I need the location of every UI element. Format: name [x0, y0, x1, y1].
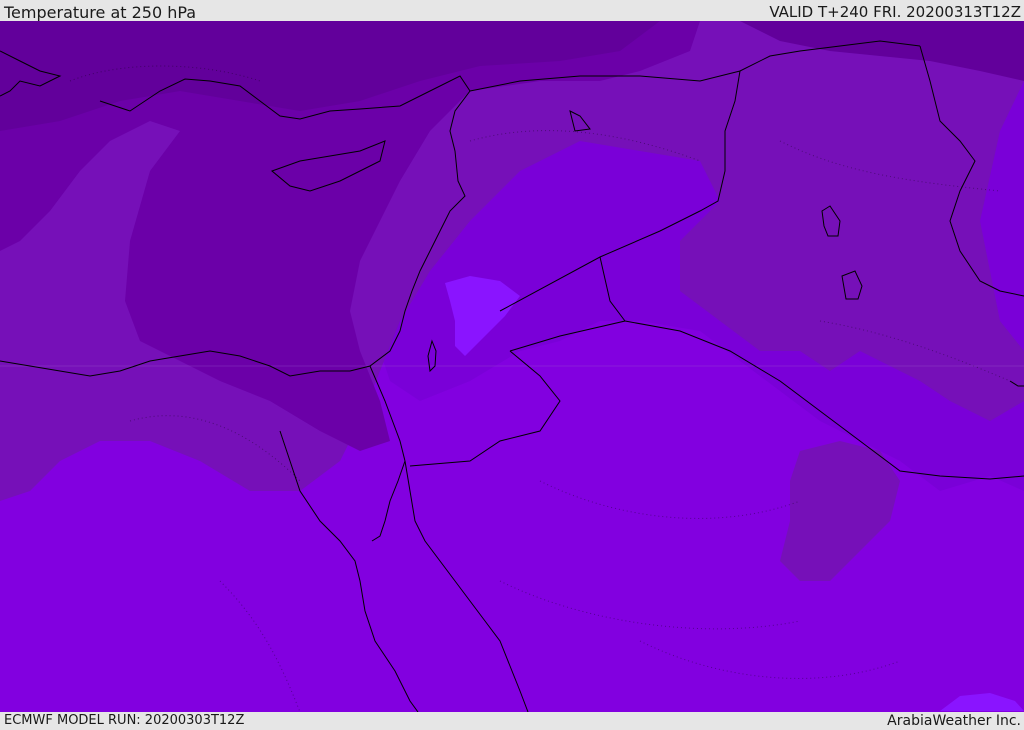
map-title: Temperature at 250 hPa: [4, 3, 197, 22]
header-bar: Temperature at 250 hPa VALID T+240 FRI. …: [0, 0, 1024, 22]
credit-label: ArabiaWeather Inc.: [887, 713, 1021, 729]
map-canvas: [0, 21, 1024, 712]
model-run-label: ECMWF MODEL RUN: 20200303T12Z: [4, 713, 245, 728]
temperature-map[interactable]: [0, 21, 1024, 712]
valid-time-label: VALID T+240 FRI. 20200313T12Z: [769, 3, 1021, 21]
footer-bar: ECMWF MODEL RUN: 20200303T12Z ArabiaWeat…: [0, 712, 1024, 729]
